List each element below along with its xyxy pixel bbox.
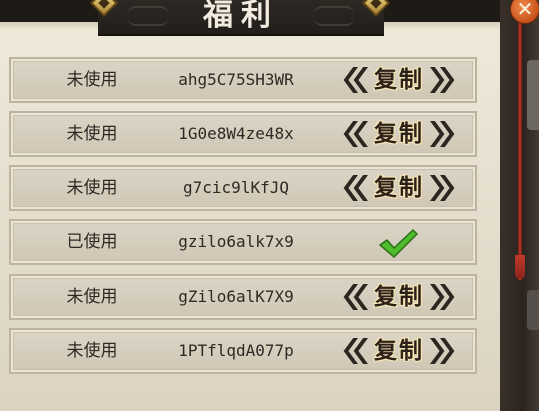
redeem-code-text: 1G0e8W4ze48x <box>178 124 294 143</box>
code-status-label: 未使用 <box>66 341 118 361</box>
title-banner: 福利 <box>98 0 384 36</box>
code-status-label: 未使用 <box>66 178 118 198</box>
copy-button-label: 复制 <box>374 120 424 147</box>
close-icon: ✕ <box>516 0 534 21</box>
copy-button-label: 复制 <box>374 174 424 201</box>
scroll-rod <box>500 0 539 411</box>
copy-button[interactable]: 复制 <box>339 172 459 204</box>
code-row: 未使用 1G0e8W4ze48x 复制 <box>9 111 477 157</box>
code-status-label: 未使用 <box>66 287 118 307</box>
red-tassel-cord <box>518 18 522 280</box>
code-status-label: 未使用 <box>66 70 118 90</box>
copy-button[interactable]: 复制 <box>339 335 459 367</box>
code-row: 未使用 1PTflqdA077p 复制 <box>9 328 477 374</box>
code-status-label: 已使用 <box>66 232 118 252</box>
redeem-code-text: gzilo6alk7x9 <box>178 232 294 251</box>
close-button[interactable]: ✕ <box>510 0 539 24</box>
copy-button[interactable]: 复制 <box>339 281 459 313</box>
side-panel-upper <box>527 60 539 130</box>
copy-button-label: 复制 <box>374 283 424 310</box>
checkmark-icon <box>379 229 418 258</box>
page-title: 福利 <box>203 0 279 33</box>
redeem-code-text: g7cic9lKfJQ <box>183 178 289 197</box>
copy-button[interactable]: 复制 <box>339 64 459 96</box>
copy-button-label: 复制 <box>374 337 424 364</box>
redeem-code-text: gZilo6alK7X9 <box>178 287 294 306</box>
copy-button[interactable]: 复制 <box>339 118 459 150</box>
code-row: 未使用 gZilo6alK7X9 复制 <box>9 274 477 320</box>
red-tassel-tip <box>515 255 525 279</box>
code-row: 已使用 gzilo6alk7x9 <box>9 219 477 265</box>
redeem-code-text: ahg5C75SH3WR <box>178 70 294 89</box>
copy-button-label: 复制 <box>374 66 424 93</box>
side-panel-lower <box>527 290 539 330</box>
code-row: 未使用 ahg5C75SH3WR 复制 <box>9 57 477 103</box>
redeem-code-text: 1PTflqdA077p <box>178 341 294 360</box>
code-status-label: 未使用 <box>66 124 118 144</box>
code-row: 未使用 g7cic9lKfJQ 复制 <box>9 165 477 211</box>
